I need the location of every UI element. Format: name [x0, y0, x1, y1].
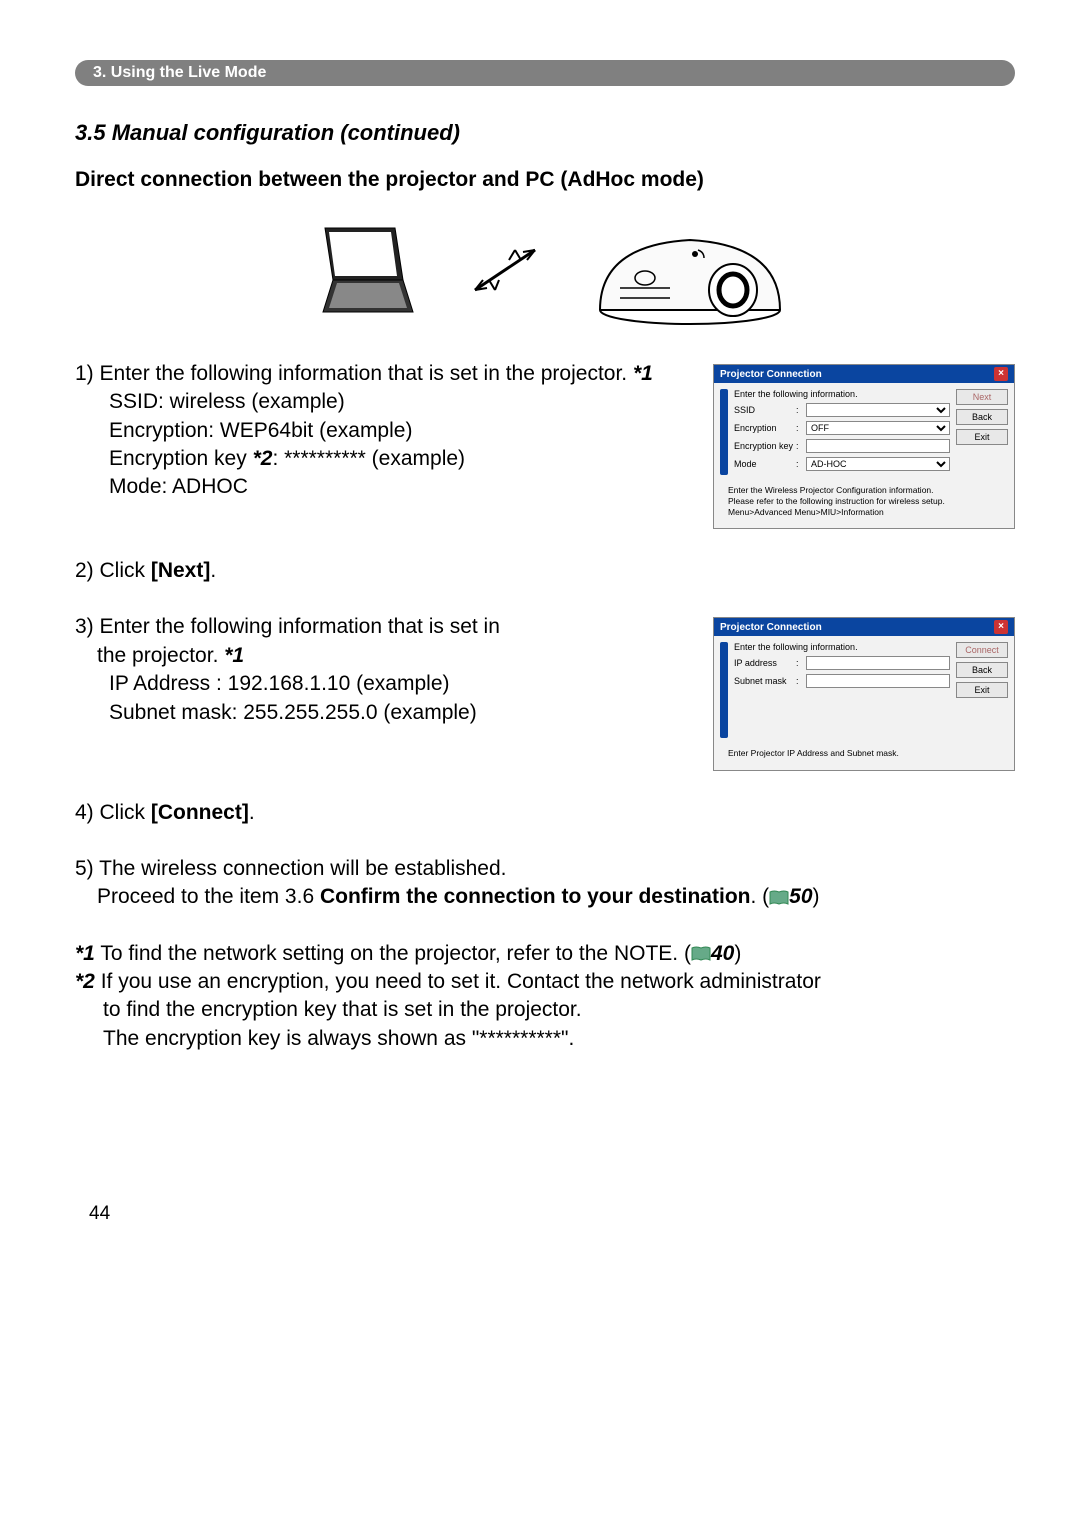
step2: 2) Click [Next]. — [75, 557, 1015, 585]
encryption-key-input[interactable] — [806, 439, 950, 453]
subnet-input[interactable] — [806, 674, 950, 688]
encryption-select[interactable]: OFF — [806, 421, 950, 435]
step1-ssid: SSID: wireless (example) — [109, 388, 693, 416]
dialog-sidebar — [720, 389, 728, 475]
dialog1-header: Enter the following information. — [734, 389, 950, 399]
wireless-icon — [465, 240, 545, 300]
step1-line: 1) Enter the following information that … — [75, 360, 693, 388]
step3-subnet: Subnet mask: 255.255.255.0 (example) — [109, 699, 693, 727]
encryption-key-label: Encryption key — [734, 441, 796, 451]
subheading: Direct connection between the projector … — [75, 168, 1015, 192]
step5: 5) The wireless connection will be estab… — [75, 855, 1015, 912]
book-icon — [691, 946, 711, 962]
back-button[interactable]: Back — [956, 409, 1008, 425]
footnote-1: *1 To find the network setting on the pr… — [75, 940, 1015, 968]
laptop-icon — [305, 220, 425, 320]
close-icon[interactable]: × — [994, 620, 1008, 634]
dialog1-footer: Enter the Wireless Projector Configurati… — [714, 481, 1014, 528]
ip-input[interactable] — [806, 656, 950, 670]
dialog-projector-connection-1: Projector Connection × Enter the followi… — [713, 364, 1015, 529]
mode-label: Mode — [734, 459, 796, 469]
book-icon — [769, 890, 789, 906]
dialog-projector-connection-2: Projector Connection × Enter the followi… — [713, 617, 1015, 770]
subnet-label: Subnet mask — [734, 676, 796, 686]
footnote-2: *2 If you use an encryption, you need to… — [75, 968, 1015, 1053]
next-button[interactable]: Next — [956, 389, 1008, 405]
ssid-select[interactable] — [806, 403, 950, 417]
illustration — [75, 210, 1015, 330]
step4: 4) Click [Connect]. — [75, 799, 1015, 827]
step3-ip: IP Address : 192.168.1.10 (example) — [109, 670, 693, 698]
step1-enc: Encryption: WEP64bit (example) — [109, 417, 693, 445]
mode-select[interactable]: AD-HOC — [806, 457, 950, 471]
close-icon[interactable]: × — [994, 367, 1008, 381]
step1-mode: Mode: ADHOC — [109, 473, 693, 501]
step3-line2: the projector. *1 — [97, 642, 693, 670]
connect-button[interactable]: Connect — [956, 642, 1008, 658]
dialog2-title: Projector Connection — [720, 622, 822, 633]
dialog2-footer: Enter Projector IP Address and Subnet ma… — [714, 744, 1014, 769]
ip-label: IP address — [734, 658, 796, 668]
exit-button[interactable]: Exit — [956, 429, 1008, 445]
step3-line1: 3) Enter the following information that … — [75, 613, 693, 641]
encryption-label: Encryption — [734, 423, 796, 433]
back-button[interactable]: Back — [956, 662, 1008, 678]
dialog2-header: Enter the following information. — [734, 642, 950, 652]
step1-key: Encryption key *2: ********** (example) — [109, 445, 693, 473]
section-title: 3.5 Manual configuration (continued) — [75, 120, 1015, 146]
dialog1-title: Projector Connection — [720, 369, 822, 380]
page-number: 44 — [89, 1203, 1015, 1225]
dialog-sidebar — [720, 642, 728, 738]
exit-button[interactable]: Exit — [956, 682, 1008, 698]
projector-icon — [585, 210, 785, 330]
breadcrumb: 3. Using the Live Mode — [75, 60, 1015, 86]
ssid-label: SSID — [734, 405, 796, 415]
